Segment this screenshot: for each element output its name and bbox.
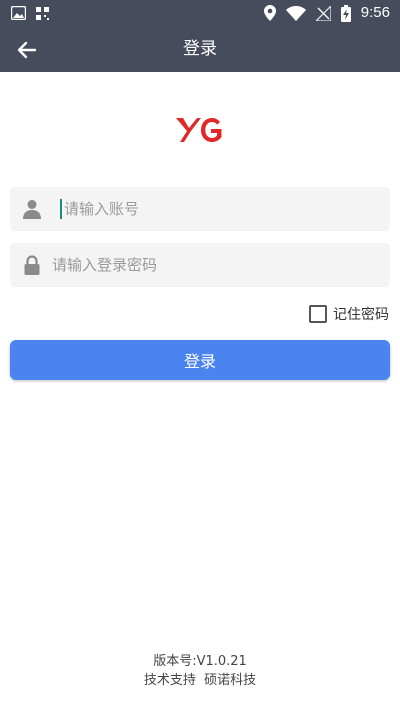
image-icon [11, 6, 26, 20]
battery-icon [340, 4, 351, 22]
remember-password-toggle[interactable]: 记住密码 [309, 304, 389, 324]
signal-icon [315, 5, 331, 21]
support-text: 技术支持 硕诺科技 [143, 673, 257, 688]
remember-label: 记住密码 [333, 307, 389, 323]
status-time: 9:56 [360, 4, 390, 21]
app-bar: 登录 [0, 26, 400, 72]
remember-checkbox[interactable] [309, 305, 327, 323]
version-text: 版本号:V1.0.21 [153, 654, 247, 669]
wifi-icon [285, 5, 306, 21]
status-bar-left [11, 6, 49, 20]
password-input[interactable] [50, 243, 382, 287]
status-bar: 9:56 [0, 0, 400, 26]
location-icon [263, 5, 276, 21]
footer: 版本号:V1.0.21 技术支持 硕诺科技 [0, 652, 400, 690]
password-field[interactable] [10, 243, 390, 287]
user-icon [23, 200, 41, 219]
account-input[interactable] [50, 187, 394, 231]
status-bar-right: 9:56 [263, 4, 390, 22]
page-title: 登录 [183, 39, 217, 59]
account-field[interactable] [10, 187, 394, 231]
login-button[interactable]: 登录 [10, 340, 390, 380]
lock-icon [24, 255, 40, 275]
brand-logo [176, 118, 222, 142]
qr-icon [36, 6, 49, 20]
